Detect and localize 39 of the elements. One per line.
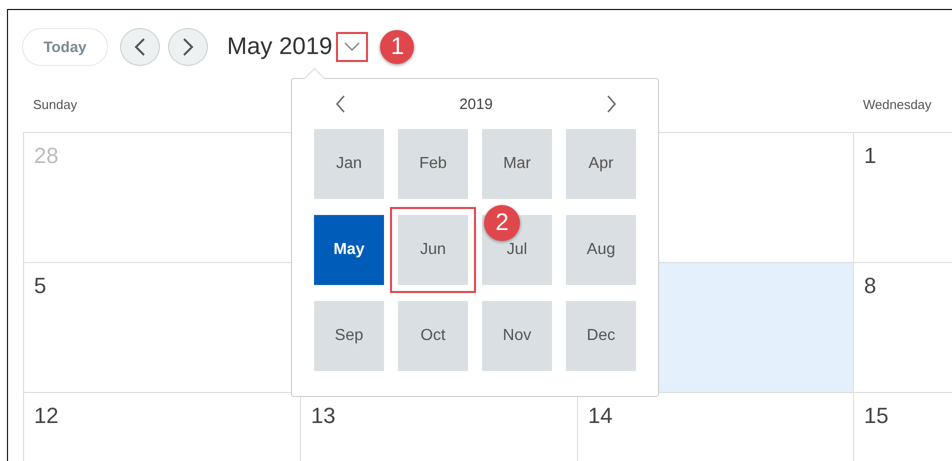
callout-tooltip: 1 bbox=[380, 30, 414, 64]
chevron-right-icon bbox=[606, 95, 616, 113]
chevron-left-icon bbox=[336, 95, 346, 113]
highlight-box bbox=[336, 32, 368, 62]
next-button[interactable] bbox=[168, 28, 208, 66]
month-title: May 2019 bbox=[227, 33, 332, 61]
year-label: 2019 bbox=[459, 96, 493, 112]
day-number: 13 bbox=[311, 403, 336, 428]
today-button[interactable]: Today bbox=[22, 28, 108, 66]
month-button[interactable]: Dec bbox=[566, 301, 636, 371]
day-cell[interactable]: 1 bbox=[853, 133, 952, 263]
chevron-down-icon bbox=[344, 42, 360, 52]
day-cell[interactable]: 15 bbox=[853, 393, 952, 461]
day-number: 14 bbox=[588, 403, 612, 428]
callout-tooltip: 2 bbox=[484, 205, 520, 241]
day-number: 5 bbox=[34, 273, 46, 298]
day-number: 15 bbox=[864, 403, 888, 428]
chevron-left-icon bbox=[134, 37, 146, 57]
day-number: 8 bbox=[864, 273, 876, 298]
previous-year-button[interactable] bbox=[336, 95, 346, 113]
month-button[interactable]: Jun bbox=[398, 215, 468, 285]
previous-button[interactable] bbox=[120, 28, 160, 66]
chevron-right-icon bbox=[182, 37, 194, 57]
month-button[interactable]: May bbox=[314, 215, 384, 285]
month-button[interactable]: Jan bbox=[314, 129, 384, 199]
day-number: 1 bbox=[864, 143, 876, 168]
month-button[interactable]: Feb bbox=[398, 129, 468, 199]
day-cell[interactable]: 8 bbox=[853, 263, 952, 393]
month-button[interactable]: Aug bbox=[566, 215, 636, 285]
day-number: 12 bbox=[34, 403, 58, 428]
month-button[interactable]: Oct bbox=[398, 301, 468, 371]
next-year-button[interactable] bbox=[606, 95, 616, 113]
month-button[interactable]: Apr bbox=[566, 129, 636, 199]
day-header: Sunday bbox=[33, 97, 78, 112]
day-number: 28 bbox=[34, 143, 58, 168]
month-button[interactable]: Nov bbox=[482, 301, 552, 371]
month-button[interactable]: Mar bbox=[482, 129, 552, 199]
day-header: Wednesday bbox=[863, 97, 932, 112]
month-button[interactable]: Sep bbox=[314, 301, 384, 371]
